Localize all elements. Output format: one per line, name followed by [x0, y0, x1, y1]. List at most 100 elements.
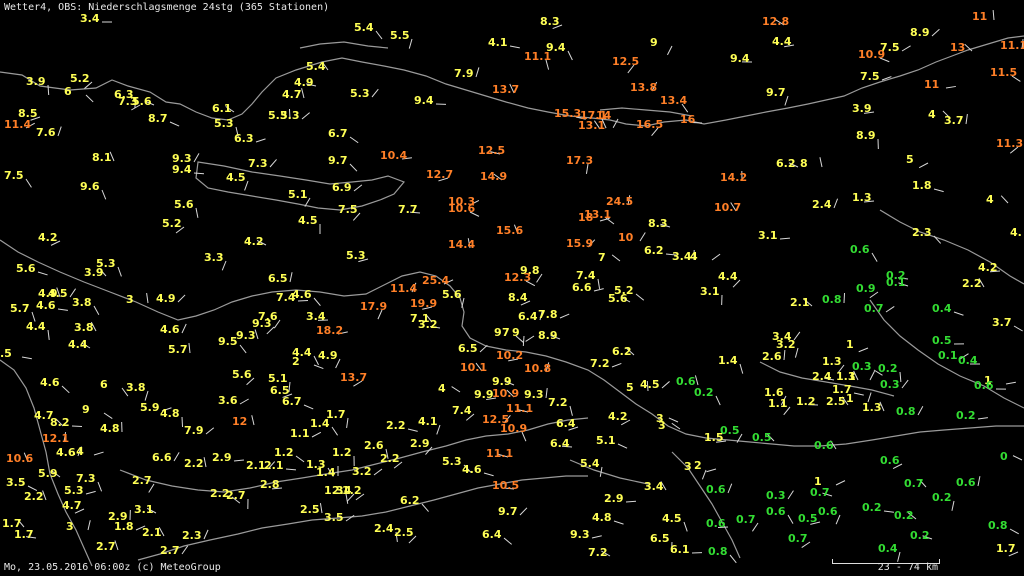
station-value: 15.3	[554, 107, 582, 120]
station-value: 2.2	[380, 452, 400, 465]
station-value: 12.5	[478, 144, 506, 157]
station-value: 3.2	[418, 318, 438, 331]
station-wind-tick	[945, 85, 956, 89]
station-value: 0.1	[886, 276, 906, 289]
station-wind-tick	[779, 237, 791, 240]
station-value: 10.7	[714, 201, 742, 214]
station-value: 6.2	[400, 494, 420, 507]
station-wind-tick	[373, 468, 383, 476]
map-title: Wetter4, OBS: Niederschlagsmenge 24stg (…	[4, 2, 330, 13]
station-value: 7.2	[590, 357, 610, 370]
station-value: 0.7	[904, 477, 924, 490]
station-value: 2.2	[962, 277, 982, 290]
station-wind-tick	[1000, 195, 1009, 204]
station-value: 3.4	[306, 310, 326, 323]
station-wind-tick	[931, 28, 940, 37]
station-value: 0.8	[822, 293, 842, 306]
station-value: 5.1	[288, 188, 308, 201]
station-value: 7.2	[588, 546, 608, 559]
station-value: 6.1	[212, 102, 232, 115]
station-wind-tick	[519, 507, 528, 516]
station-value: 8	[800, 157, 808, 170]
station-value: 9.3	[252, 317, 272, 330]
station-value: 0.4	[958, 354, 978, 367]
station-value: 1.4	[310, 417, 330, 430]
station-value: 15.6	[496, 224, 524, 237]
station-value: 4.4	[772, 35, 792, 48]
station-wind-tick	[559, 313, 570, 319]
station-wind-tick	[853, 392, 864, 396]
station-value: 1.2	[274, 446, 294, 459]
station-value: 3.9	[26, 75, 46, 88]
station-wind-tick	[421, 503, 429, 512]
station-value: 5.3	[442, 455, 462, 468]
station-value: 4.1	[418, 415, 438, 428]
station-value: 4.9	[156, 292, 176, 305]
station-wind-tick	[71, 425, 83, 428]
station-value: 2.4	[812, 370, 832, 383]
station-wind-tick	[285, 468, 297, 471]
station-value: 2.4	[812, 198, 832, 211]
station-value: 11.5	[990, 66, 1018, 79]
station-value: 11.3	[996, 137, 1024, 150]
station-wind-tick	[965, 114, 968, 125]
station-value: 5.6	[132, 95, 152, 108]
station-value: 12.8	[762, 15, 790, 28]
station-wind-tick	[47, 329, 50, 340]
station-value: 0.8	[896, 405, 916, 418]
station-wind-tick	[181, 545, 189, 555]
station-wind-tick	[503, 537, 512, 545]
station-wind-tick	[85, 490, 96, 495]
station-wind-tick	[591, 535, 602, 539]
station-value: 10.6	[6, 452, 34, 465]
station-value: 3.8	[74, 321, 94, 334]
station-value: 9	[494, 326, 502, 339]
station-value: 1.3	[862, 401, 882, 414]
station-value: 9.6	[80, 180, 100, 193]
station-wind-tick	[525, 335, 535, 342]
station-value: 8.3	[648, 217, 668, 230]
station-value: 4.4	[68, 338, 88, 351]
station-wind-tick	[87, 520, 91, 531]
station-value: 2.7	[132, 474, 152, 487]
station-wind-tick	[85, 94, 94, 103]
station-value: 9.9	[474, 388, 494, 401]
station-value: 6.9	[332, 181, 352, 194]
station-value: 13.1	[578, 119, 606, 132]
station-wind-tick	[408, 38, 413, 49]
station-value: 0.3	[766, 489, 786, 502]
station-value: 16	[680, 113, 696, 126]
station-value: 3.1	[758, 229, 778, 242]
station-wind-tick	[711, 253, 721, 261]
station-wind-tick	[667, 45, 673, 56]
station-wind-tick	[901, 45, 911, 52]
station-wind-tick	[371, 88, 379, 98]
station-value: 0.4	[932, 302, 952, 315]
station-value: 0.7	[810, 486, 830, 499]
station-value: 6	[100, 378, 108, 391]
station-wind-tick	[567, 50, 573, 61]
station-value: 7.7	[398, 203, 418, 216]
station-wind-tick	[57, 126, 62, 137]
station-value: 13.4	[660, 94, 688, 107]
station-value: 11	[924, 78, 940, 91]
station-wind-tick	[706, 468, 717, 473]
station-value: 12.3	[504, 271, 532, 284]
station-wind-tick	[833, 198, 839, 209]
station-value: 5.6	[608, 292, 628, 305]
station-value: 0.2	[910, 529, 930, 542]
station-value: 9.4	[172, 163, 192, 176]
station-wind-tick	[611, 362, 622, 368]
station-wind-tick	[181, 416, 184, 428]
station-value: 1.2	[796, 395, 816, 408]
station-value: 1.2	[332, 446, 352, 459]
station-wind-tick	[239, 398, 249, 405]
station-value: 5.4	[580, 457, 600, 470]
station-value: 0.7	[864, 302, 884, 315]
station-value: 2.1	[790, 296, 810, 309]
station-value: 4.5	[298, 214, 318, 227]
station-value: 11.1	[486, 447, 514, 460]
scale-label: 23 - 74 km	[877, 562, 938, 573]
station-value: 4.2	[608, 410, 628, 423]
station-value: 4.6	[40, 376, 60, 389]
